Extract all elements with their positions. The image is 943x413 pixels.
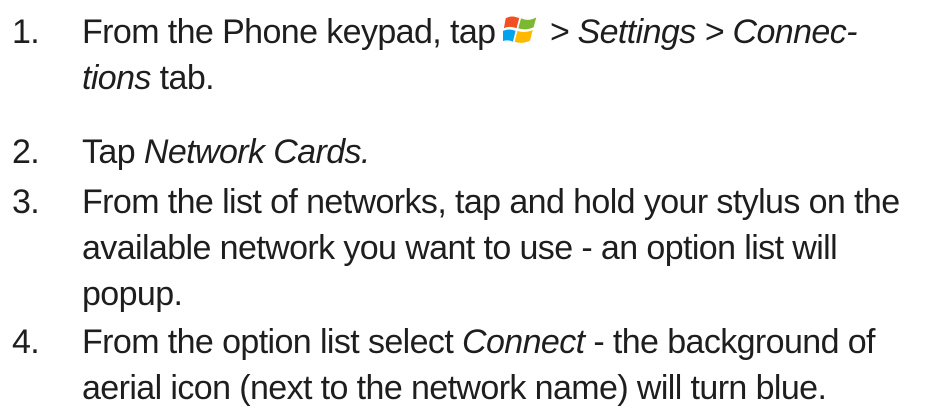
step-3-number: 3. — [12, 183, 40, 221]
windows-start-flag-icon — [503, 16, 537, 43]
step-4-line-2: aerial icon (next to the network name) w… — [82, 369, 827, 407]
step-1-text: From the Phone keypad, tap — [82, 13, 496, 51]
step-3-line-2: available network you want to use - an o… — [82, 229, 838, 267]
step-1-path-cont: tions — [82, 59, 151, 97]
step-4-text: From the option list select — [82, 323, 463, 361]
step-1-line-2: tions tab. — [82, 55, 215, 101]
step-2-text: Tap — [82, 133, 144, 171]
step-4-text-cont: - the background of — [584, 323, 875, 361]
step-1-number: 1. — [12, 13, 40, 51]
instruction-list: 1. From the Phone keypad, tap > Settings… — [0, 0, 943, 413]
step-4-option: Connect — [462, 323, 585, 361]
step-1-suffix: tab. — [150, 59, 215, 97]
step-1-line-1: From the Phone keypad, tap > Settings > … — [82, 9, 857, 55]
step-2-number: 2. — [12, 133, 40, 171]
step-4-line-1: From the option list select Connect - th… — [82, 319, 875, 365]
step-4-number: 4. — [12, 323, 40, 361]
step-2-target: Network Cards. — [143, 133, 370, 171]
step-1-path: > Settings > Connec- — [549, 13, 857, 51]
step-3-line-3: popup. — [82, 275, 183, 313]
step-2-line-1: Tap Network Cards. — [82, 129, 370, 175]
step-3-line-1: From the list of networks, tap and hold … — [82, 183, 900, 221]
